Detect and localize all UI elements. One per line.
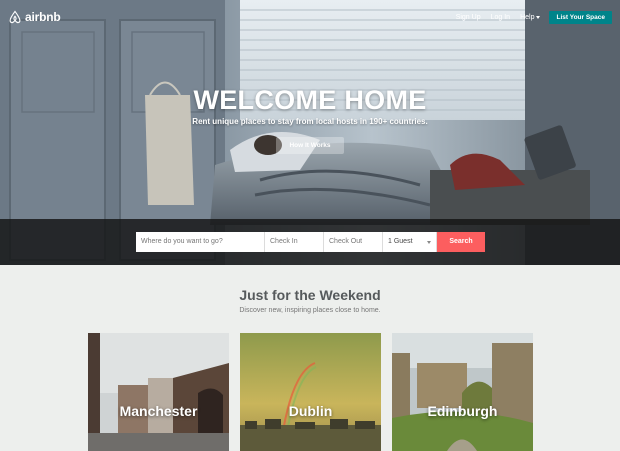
search-form: Where do you want to go? Check In Check … <box>136 232 485 252</box>
how-it-works-button[interactable]: How It Works <box>276 137 344 154</box>
check-in-input[interactable]: Check In <box>265 232 324 252</box>
check-out-input[interactable]: Check Out <box>324 232 383 252</box>
edinburgh-photo <box>392 333 533 451</box>
help-menu[interactable]: Help <box>520 11 541 24</box>
hero-headline: WELCOME HOME <box>193 85 427 115</box>
guests-value: 1 Guest <box>388 238 413 245</box>
city-card-dublin[interactable]: Dublin <box>240 333 381 451</box>
weekend-section-subtitle: Discover new, inspiring places close to … <box>239 307 381 314</box>
airbnb-logo[interactable]: airbnb <box>8 10 61 24</box>
hero-subline: Rent unique places to stay from local ho… <box>192 117 428 126</box>
city-name-dublin: Dublin <box>288 403 333 419</box>
log-in-link[interactable]: Log In <box>491 11 510 24</box>
help-label: Help <box>520 14 535 21</box>
top-navigation-bar: airbnb Sign Up Log In Help List Your Spa… <box>0 0 620 36</box>
chevron-down-icon <box>536 16 541 19</box>
hero-section: airbnb Sign Up Log In Help List Your Spa… <box>0 0 620 265</box>
manchester-photo <box>88 333 229 451</box>
list-your-space-button[interactable]: List Your Space <box>549 11 612 24</box>
city-card-edinburgh[interactable]: Edinburgh <box>392 333 533 451</box>
destination-input[interactable]: Where do you want to go? <box>136 232 265 252</box>
top-nav-links: Sign Up Log In Help List Your Space <box>456 11 612 24</box>
page: airbnb Sign Up Log In Help List Your Spa… <box>0 0 620 451</box>
sign-up-link[interactable]: Sign Up <box>456 11 481 24</box>
guests-select[interactable]: 1 Guest <box>383 232 437 252</box>
city-card-manchester[interactable]: Manchester <box>88 333 229 451</box>
weekend-section-title: Just for the Weekend <box>239 287 381 303</box>
city-name-edinburgh: Edinburgh <box>427 403 498 419</box>
logo-text: airbnb <box>25 10 61 24</box>
search-button[interactable]: Search <box>437 232 485 252</box>
airbnb-belo-icon <box>9 10 21 24</box>
dublin-photo <box>240 333 381 451</box>
chevron-down-icon <box>427 240 431 244</box>
city-name-manchester: Manchester <box>119 403 198 419</box>
